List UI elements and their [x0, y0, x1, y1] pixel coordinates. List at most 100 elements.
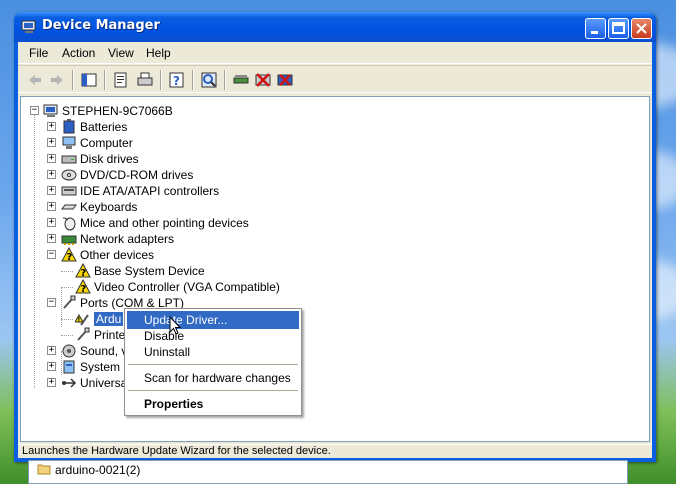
menu-item-uninstall[interactable]: Uninstall [127, 343, 299, 361]
toolbar-separator [192, 70, 194, 90]
tree-item-disk-drives[interactable]: + Disk drives [47, 151, 247, 167]
menu-file[interactable]: File [29, 46, 48, 60]
tree-item-label: Other devices [80, 248, 155, 262]
tree-item-label: Universa [80, 376, 128, 390]
menu-separator [128, 390, 298, 391]
maximize-icon [612, 22, 625, 34]
mouse-cursor-icon [169, 316, 182, 335]
expand-expander[interactable]: + [47, 346, 56, 355]
properties-icon[interactable] [112, 71, 130, 89]
expand-expander[interactable]: + [47, 218, 56, 227]
keyboard-icon [61, 204, 77, 210]
toolbar: ? [18, 65, 652, 93]
help-icon[interactable]: ? [168, 71, 186, 89]
folder-item-label: arduino-0021(2) [55, 463, 141, 477]
expand-expander[interactable]: + [47, 154, 56, 163]
tree-item-video-controller[interactable]: ? Video Controller (VGA Compatible) [61, 279, 315, 295]
expand-expander[interactable]: + [47, 170, 56, 179]
device-manager-window: Device Manager File Action View Help ? −… [14, 12, 656, 462]
expand-expander[interactable]: + [47, 202, 56, 211]
device-tree[interactable]: − STEPHEN-9C7066B + Batteries + Computer… [20, 96, 650, 442]
svg-text:?: ? [173, 74, 180, 88]
print-icon[interactable] [136, 71, 154, 89]
expand-expander[interactable]: + [47, 138, 56, 147]
tree-item-keyboards[interactable]: + Keyboards [47, 199, 247, 215]
tree-item-network[interactable]: + Network adapters [47, 231, 247, 247]
update-driver-icon[interactable] [232, 71, 250, 89]
menu-action[interactable]: Action [62, 46, 95, 60]
usb-icon [62, 378, 77, 388]
device-manager-icon [21, 20, 36, 33]
title-bar[interactable]: Device Manager [14, 12, 656, 42]
tree-item-label: Printe [94, 328, 126, 342]
toolbar-separator [72, 70, 74, 90]
menu-item-scan-hardware[interactable]: Scan for hardware changes [127, 369, 299, 387]
tree-item-dvd-cdrom[interactable]: + DVD/CD-ROM drives [47, 167, 247, 183]
folder-item[interactable]: arduino-0021(2) [37, 463, 140, 477]
context-menu: Update Driver... Disable Uninstall Scan … [124, 308, 302, 416]
unknown-device-icon: ? [61, 247, 77, 263]
tree-item-batteries[interactable]: + Batteries [47, 119, 247, 135]
tree-root[interactable]: − STEPHEN-9C7066B [27, 103, 207, 119]
cdrom-icon [61, 169, 77, 181]
tree-item-computer[interactable]: + Computer [47, 135, 247, 151]
collapse-expander[interactable]: − [30, 106, 39, 115]
tree-item-label: DVD/CD-ROM drives [80, 168, 194, 182]
minimize-icon [591, 31, 598, 34]
tree-item-base-system-device[interactable]: ? Base System Device [61, 263, 295, 279]
unknown-device-icon: ? [75, 263, 91, 279]
close-button[interactable] [631, 18, 652, 39]
tree-root-label: STEPHEN-9C7066B [62, 104, 173, 118]
ide-controller-icon [61, 186, 77, 196]
maximize-button[interactable] [608, 18, 629, 39]
expand-expander[interactable]: + [47, 378, 56, 387]
tree-item-mice[interactable]: + Mice and other pointing devices [47, 215, 287, 231]
port-icon [63, 295, 76, 309]
uninstall-device-icon[interactable] [276, 71, 294, 89]
tree-connector [61, 335, 73, 336]
computer-icon [62, 136, 76, 149]
back-arrow-icon[interactable] [26, 71, 44, 89]
svg-text:?: ? [81, 268, 87, 279]
folder-icon [37, 464, 51, 475]
close-icon [636, 23, 647, 34]
menu-view[interactable]: View [108, 46, 134, 60]
status-bar: Launches the Hardware Update Wizard for … [18, 444, 652, 458]
tree-item-label: Batteries [80, 120, 128, 134]
tree-item-label: System c [80, 360, 130, 374]
tree-item-label: Sound, v [80, 344, 128, 358]
disk-drive-icon [61, 155, 77, 164]
show-hide-console-tree-icon[interactable] [80, 71, 98, 89]
expand-expander[interactable]: + [47, 186, 56, 195]
tree-connector [61, 287, 73, 288]
minimize-button[interactable] [585, 18, 606, 39]
tree-connector [61, 271, 73, 272]
toolbar-separator [104, 70, 106, 90]
svg-text:!: ! [78, 317, 81, 324]
tree-item-other-devices[interactable]: − ? Other devices [47, 247, 247, 263]
expand-expander[interactable]: + [47, 234, 56, 243]
port-icon [77, 327, 90, 341]
tree-item-label: Base System Device [94, 264, 205, 278]
forward-arrow-icon[interactable] [48, 71, 66, 89]
tree-item-label: Video Controller (VGA Compatible) [94, 280, 280, 294]
tree-item-label: IDE ATA/ATAPI controllers [80, 184, 220, 198]
port-warning-icon: ! [75, 313, 89, 326]
svg-text:?: ? [81, 284, 87, 295]
tree-item-label: Network adapters [80, 232, 175, 246]
expand-expander[interactable]: + [47, 122, 56, 131]
tree-item-label: Disk drives [80, 152, 139, 166]
menu-item-properties[interactable]: Properties [127, 395, 299, 413]
window-client: File Action View Help ? − STEPHEN-9C7066… [18, 42, 652, 458]
collapse-expander[interactable]: − [47, 298, 56, 307]
system-device-icon [63, 360, 75, 374]
tree-item-ide-ata[interactable]: + IDE ATA/ATAPI controllers [47, 183, 267, 199]
expand-expander[interactable]: + [47, 362, 56, 371]
disable-device-icon[interactable] [254, 71, 272, 89]
network-adapter-icon [61, 235, 77, 245]
tree-item-label: Ardu [94, 312, 124, 326]
scan-hardware-icon[interactable] [200, 71, 218, 89]
collapse-expander[interactable]: − [47, 250, 56, 259]
menu-help[interactable]: Help [146, 46, 171, 60]
window-title: Device Manager [42, 18, 160, 33]
